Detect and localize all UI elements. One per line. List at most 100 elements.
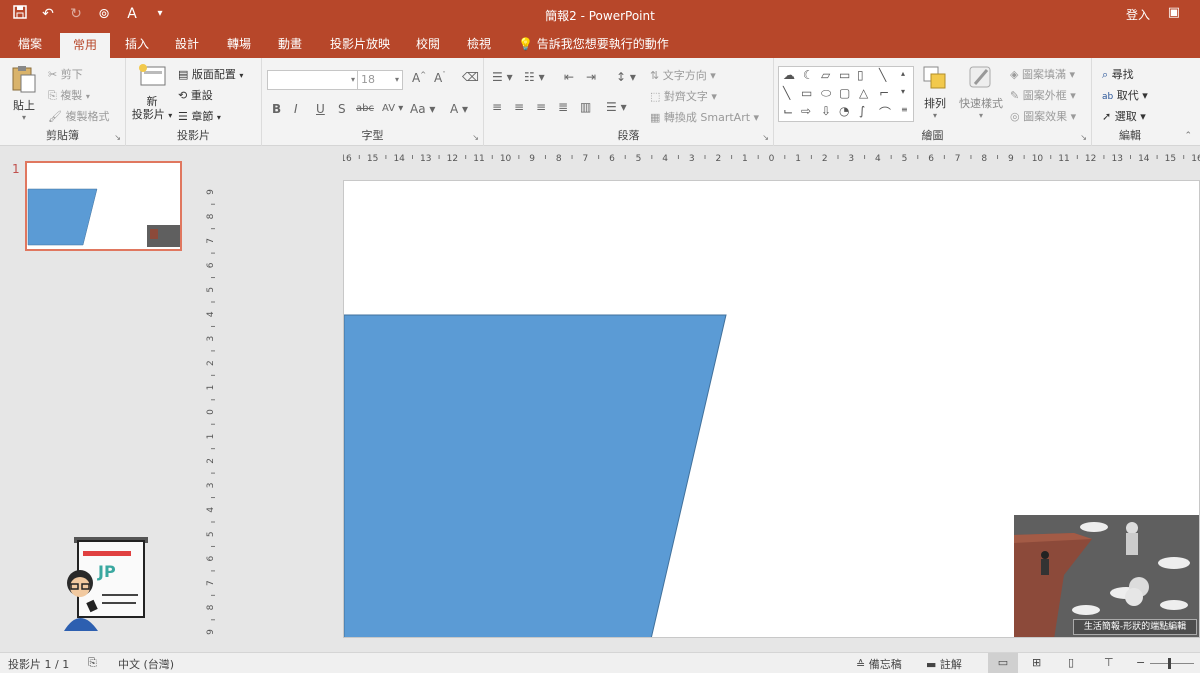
- new-slide-button[interactable]: 新 投影片 ▾: [130, 62, 174, 122]
- curve-shape-icon[interactable]: ∫: [859, 104, 865, 118]
- layout-button[interactable]: ▤ 版面配置 ▾: [178, 66, 243, 82]
- increase-indent-icon[interactable]: ⇥: [586, 70, 596, 84]
- dialog-launcher-icon[interactable]: ↘: [762, 133, 769, 142]
- slide-canvas[interactable]: 生活簡報-形狀的端點編輯: [343, 180, 1200, 638]
- quick-styles-button[interactable]: 快速樣式 ▾: [956, 64, 1006, 120]
- text-direction-button[interactable]: ⇅ 文字方向 ▾: [650, 67, 716, 83]
- paragraph-group-label: 段落: [617, 129, 640, 142]
- grow-font-icon[interactable]: A^: [412, 71, 426, 85]
- slideshow-icon[interactable]: ⊤: [1104, 656, 1114, 669]
- dialog-launcher-icon[interactable]: ↘: [472, 133, 479, 142]
- underline-button[interactable]: U: [316, 102, 325, 116]
- connector-shape-icon[interactable]: ⌐: [879, 86, 889, 100]
- tab-home[interactable]: 常用: [60, 33, 110, 58]
- arrange-button[interactable]: 排列 ▾: [918, 64, 952, 120]
- italic-button[interactable]: I: [294, 102, 298, 116]
- clear-formatting-icon[interactable]: ⌫: [462, 70, 479, 84]
- bullets-icon[interactable]: ☰ ▾: [492, 70, 513, 84]
- tab-insert[interactable]: 插入: [117, 30, 157, 58]
- shrink-font-icon[interactable]: Aˇ: [434, 71, 446, 85]
- tab-file[interactable]: 檔案: [8, 30, 52, 58]
- vertical-textbox-shape-icon[interactable]: ▯: [857, 68, 864, 82]
- oval-shape-icon[interactable]: ⬭: [821, 86, 831, 101]
- tell-me-box[interactable]: 💡 告訴我您想要執行的動作: [518, 30, 669, 58]
- trapezoid-shape[interactable]: [344, 314, 727, 638]
- section-button[interactable]: ☰ 章節 ▾: [178, 108, 221, 124]
- slides-group: 新 投影片 ▾ ▤ 版面配置 ▾ ⟲ 重設 ☰ 章節 ▾ 投影片: [126, 58, 262, 146]
- line-spacing-icon[interactable]: ↕ ▾: [616, 70, 636, 84]
- collapse-ribbon-icon[interactable]: ⌃: [1184, 131, 1192, 141]
- reading-view-icon[interactable]: ▯: [1068, 656, 1074, 669]
- rounded-rect-shape-icon[interactable]: ▢: [839, 86, 850, 100]
- language-indicator[interactable]: 中文 (台灣): [118, 656, 174, 672]
- ruler-tick-label: 6: [206, 556, 216, 562]
- columns-icon[interactable]: ▥: [580, 100, 591, 114]
- font-name-combo[interactable]: ▾: [267, 70, 359, 90]
- tab-transitions[interactable]: 轉場: [219, 30, 259, 58]
- normal-view-icon[interactable]: ▭: [988, 653, 1018, 673]
- align-center-icon[interactable]: ≡: [514, 100, 524, 114]
- gallery-scroll-down-icon[interactable]: ▾: [901, 87, 905, 96]
- reset-button[interactable]: ⟲ 重設: [178, 87, 213, 103]
- zoom-slider[interactable]: [1150, 663, 1194, 664]
- numbering-icon[interactable]: ☷ ▾: [524, 70, 545, 84]
- paste-button[interactable]: 貼上 ▾: [6, 64, 42, 122]
- gallery-scroll-up-icon[interactable]: ▴: [901, 69, 905, 78]
- shapes-gallery[interactable]: ☁ ☾ ▱ ▭ ▯ ╲ ╲ ▭ ⬭ ▢ △ ⌐ ⌙ ⇨ ⇩ ◔ ∫ ⌒ ▴ ▾ …: [778, 66, 914, 122]
- right-arrow-shape-icon[interactable]: ⇨: [801, 104, 811, 118]
- spelling-icon[interactable]: ⎘: [88, 656, 97, 670]
- dialog-launcher-icon[interactable]: ↘: [114, 133, 121, 142]
- slide-sorter-icon[interactable]: ⊞: [1032, 656, 1041, 669]
- align-right-icon[interactable]: ≡: [536, 100, 546, 114]
- align-text-button[interactable]: ⬚ 對齊文字 ▾: [650, 88, 717, 104]
- shape-effects-button[interactable]: ◎ 圖案效果 ▾: [1010, 108, 1076, 124]
- copy-label: 複製: [60, 89, 83, 102]
- shape-outline-button[interactable]: ✎ 圖案外框 ▾: [1010, 87, 1076, 103]
- zoom-out-icon[interactable]: −: [1136, 656, 1145, 669]
- elbow-connector-icon[interactable]: ⌙: [783, 104, 793, 118]
- parallelogram-shape-icon[interactable]: ▱: [821, 68, 830, 82]
- down-arrow-shape-icon[interactable]: ⇩: [821, 104, 831, 118]
- shadow-button[interactable]: S: [338, 102, 346, 116]
- line-shape-icon[interactable]: ╲: [879, 68, 886, 82]
- bold-button[interactable]: B: [272, 102, 281, 116]
- character-spacing-button[interactable]: AV ▾: [382, 103, 403, 114]
- font-color-button[interactable]: A ▾: [450, 102, 468, 116]
- diagonal-line-icon[interactable]: ╲: [783, 86, 790, 100]
- cut-button[interactable]: ✂ 剪下: [48, 66, 83, 82]
- tab-design[interactable]: 設計: [167, 30, 207, 58]
- dialog-launcher-icon[interactable]: ↘: [1080, 133, 1087, 142]
- textbox-shape-icon[interactable]: ▭: [839, 68, 850, 82]
- tab-slide-show[interactable]: 投影片放映: [322, 30, 398, 58]
- format-painter-button[interactable]: 🖌 複製格式: [48, 108, 109, 124]
- sign-in-link[interactable]: 登入: [1126, 6, 1150, 23]
- convert-smartart-button[interactable]: ▦ 轉換成 SmartArt ▾: [650, 109, 759, 125]
- zoom-slider-thumb[interactable]: [1168, 658, 1171, 669]
- arc-shape-icon[interactable]: ⌒: [879, 104, 891, 121]
- strikethrough-button[interactable]: abc: [356, 103, 374, 114]
- copy-button[interactable]: ⎘ 複製 ▾: [48, 87, 90, 103]
- slide-thumbnail[interactable]: [25, 161, 182, 251]
- distribute-icon[interactable]: ☰ ▾: [606, 100, 627, 114]
- tab-view[interactable]: 檢視: [459, 30, 499, 58]
- replace-button[interactable]: ab 取代 ▾: [1102, 87, 1148, 103]
- decrease-indent-icon[interactable]: ⇤: [564, 70, 574, 84]
- tab-review[interactable]: 校閱: [408, 30, 448, 58]
- justify-icon[interactable]: ≣: [558, 100, 568, 114]
- triangle-shape-icon[interactable]: △: [859, 86, 868, 100]
- moon-shape-icon[interactable]: ☾: [803, 68, 814, 82]
- ribbon-display-options-icon[interactable]: ▣: [1168, 5, 1180, 20]
- font-size-combo[interactable]: 18 ▾: [357, 70, 403, 90]
- cloud-shape-icon[interactable]: ☁: [783, 68, 795, 82]
- select-button[interactable]: ➚ 選取 ▾: [1102, 108, 1146, 124]
- find-button[interactable]: ⌕ 尋找: [1102, 66, 1134, 82]
- comments-button[interactable]: ▬ 註解: [926, 656, 962, 672]
- tab-animations[interactable]: 動畫: [270, 30, 310, 58]
- notes-button[interactable]: ≙ 備忘稿: [856, 656, 902, 672]
- align-left-icon[interactable]: ≡: [492, 100, 502, 114]
- change-case-button[interactable]: Aa ▾: [410, 102, 435, 116]
- freeform-shape-icon[interactable]: ◔: [839, 104, 849, 118]
- gallery-more-icon[interactable]: ≡: [901, 105, 908, 114]
- shape-fill-button[interactable]: ◈ 圖案填滿 ▾: [1010, 66, 1075, 82]
- rectangle-shape-icon[interactable]: ▭: [801, 86, 812, 100]
